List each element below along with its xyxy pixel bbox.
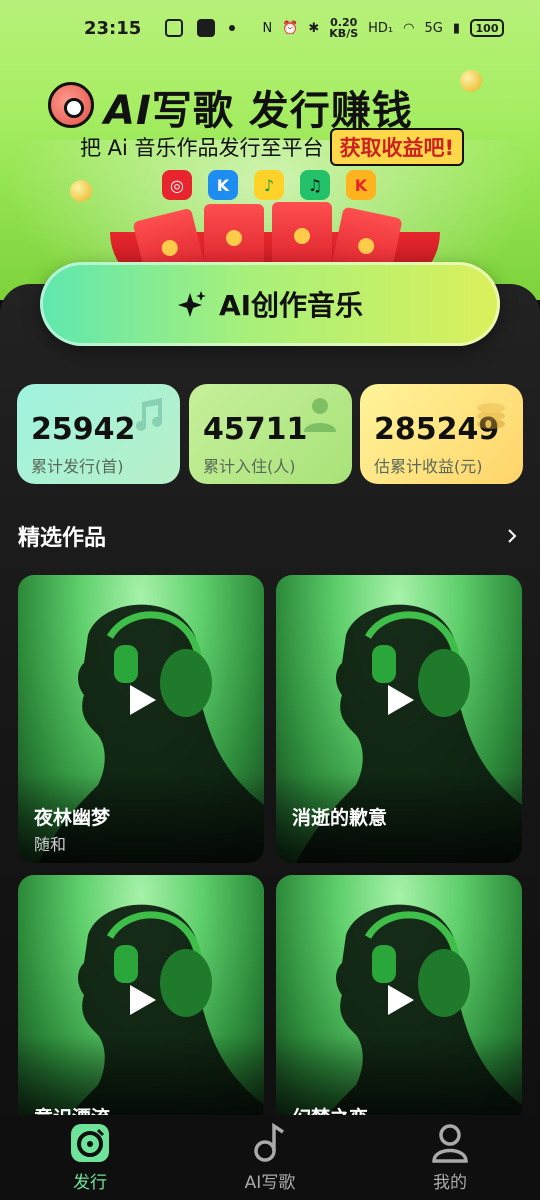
song-artist: 随和 <box>34 835 67 854</box>
featured-card[interactable]: 意识漂流 <box>18 875 264 1125</box>
wifi-icon: ◠ <box>403 20 415 36</box>
nfc-icon: N <box>262 20 273 36</box>
coin-icon <box>460 70 482 92</box>
mascot-logo <box>48 82 94 128</box>
music-note-icon <box>254 1122 284 1162</box>
netease-music-icon: ◎ <box>162 170 192 200</box>
alarm-icon: ⏰ <box>282 20 299 36</box>
coins-icon <box>477 403 505 429</box>
hd-badge: HD₁ <box>368 20 394 36</box>
qishui-music-icon: ♫ <box>300 170 330 200</box>
song-title: 消逝的歉意 <box>292 807 388 829</box>
song-title: 夜林幽梦 <box>34 807 111 829</box>
person-icon <box>304 398 336 432</box>
bottom-navigation: 发行 AI写歌 我的 <box>0 1115 540 1200</box>
nav-label: 发行 <box>73 1173 107 1193</box>
hero-subtitle: 把 Ai 音乐作品发行至平台 获取收益吧! <box>80 128 465 166</box>
kuwo-music-icon: K <box>346 170 376 200</box>
play-icon[interactable] <box>386 683 416 717</box>
nav-label: 我的 <box>433 1173 467 1193</box>
vinyl-icon <box>71 1124 109 1162</box>
nav-item-ai-songwriting[interactable]: AI写歌 <box>210 1122 330 1193</box>
nav-item-release[interactable]: 发行 <box>30 1122 150 1193</box>
featured-card[interactable]: 幻梦之恋 <box>276 875 522 1125</box>
coin-icon <box>70 180 92 202</box>
app-notification-icon <box>165 19 184 37</box>
stat-card-residents: 45711 累计入住(人) <box>189 384 352 484</box>
stat-label: 累计发行(首) <box>31 457 124 476</box>
stat-label: 累计入住(人) <box>203 457 296 476</box>
nav-item-mine[interactable]: 我的 <box>390 1122 510 1193</box>
platform-logos: ◎ K ♪ ♫ K <box>162 170 376 200</box>
play-icon[interactable] <box>128 683 158 717</box>
nav-label: AI写歌 <box>244 1173 296 1193</box>
bluetooth-icon: ✱ <box>308 20 320 36</box>
music-note-icon <box>136 398 162 431</box>
network-type: 5G <box>424 20 443 36</box>
featured-title: 精选作品 <box>18 526 107 551</box>
sparkle-icon <box>177 291 206 317</box>
user-icon <box>432 1124 468 1163</box>
chevron-right-icon[interactable] <box>502 526 522 546</box>
ai-create-music-button[interactable]: AI创作音乐 <box>40 262 500 346</box>
hero-banner[interactable]: 23:15 N ⏰ ✱ 0.20 KB/S HD₁ ◠ 5G ▮ 100 AI写… <box>0 0 540 300</box>
more-notifications-dot-icon <box>229 25 236 31</box>
battery-indicator: 100 <box>470 19 504 37</box>
stat-card-releases: 25942 累计发行(首) <box>17 384 180 484</box>
stat-label: 估累计收益(元) <box>374 457 483 476</box>
network-speed: 0.20 KB/S <box>329 16 359 40</box>
featured-card[interactable]: 消逝的歉意 <box>276 575 522 863</box>
ai-create-music-label: AI创作音乐 <box>218 289 364 322</box>
kugou-music-icon: K <box>208 170 238 200</box>
tiktok-notification-icon <box>197 19 216 37</box>
stat-card-earnings: 285249 估累计收益(元) <box>360 384 523 484</box>
signal-icon: ▮ <box>452 20 460 36</box>
play-icon[interactable] <box>386 983 416 1017</box>
play-icon[interactable] <box>128 983 158 1017</box>
hero-subtitle-highlight: 获取收益吧! <box>329 128 465 166</box>
featured-card[interactable]: 夜林幽梦 随和 <box>18 575 264 863</box>
status-bar: 23:15 N ⏰ ✱ 0.20 KB/S HD₁ ◠ 5G ▮ 100 <box>0 0 540 56</box>
qq-music-icon: ♪ <box>254 170 284 200</box>
featured-section-header: 精选作品 <box>18 520 522 552</box>
status-time: 23:15 <box>84 17 142 39</box>
